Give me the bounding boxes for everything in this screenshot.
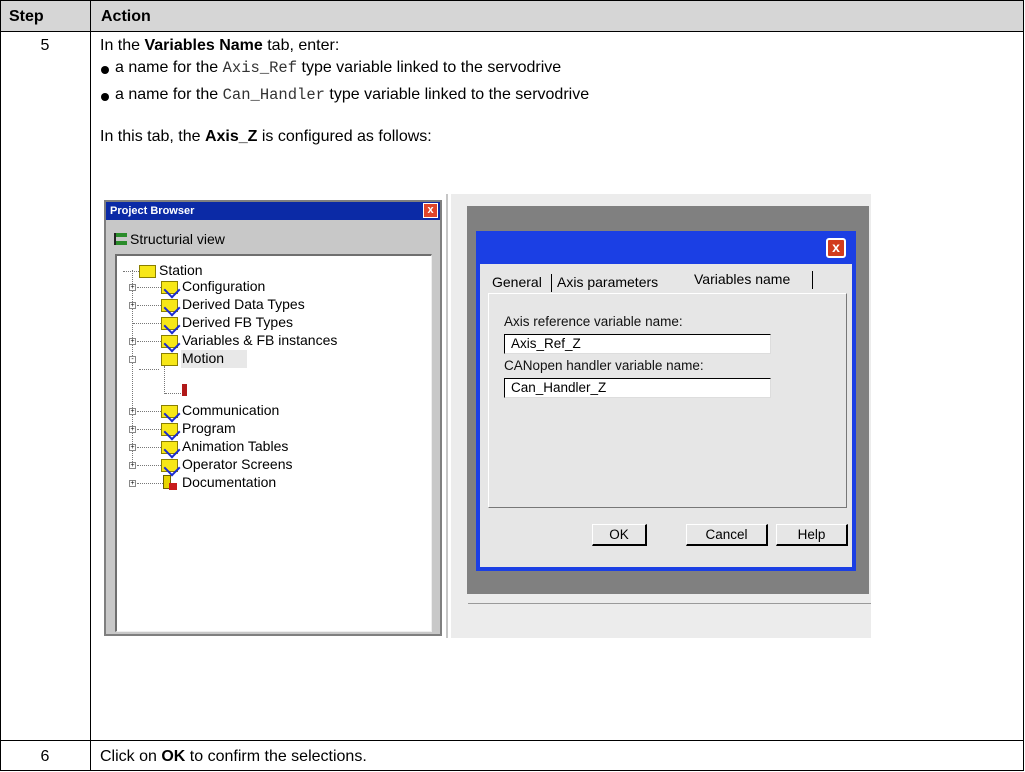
close-icon[interactable]: x xyxy=(423,203,438,218)
axis-ref-input[interactable]: Axis_Ref_Z xyxy=(504,334,771,354)
code-can-handler: Can_Handler xyxy=(222,86,325,104)
expand-icon[interactable]: + xyxy=(129,480,136,487)
table-border-left xyxy=(0,0,1,771)
can-handler-input[interactable]: Can_Handler_Z xyxy=(504,378,771,398)
project-tree: Station + Configuration + Derived Data T… xyxy=(115,254,432,632)
bullet-item: a name for the Axis_Ref type variable li… xyxy=(115,59,562,77)
tree-item-configuration[interactable]: Configuration xyxy=(182,278,265,294)
tree-connector xyxy=(137,341,161,342)
tree-connector xyxy=(137,465,161,466)
bullet-dot xyxy=(101,66,109,74)
expand-icon[interactable]: + xyxy=(129,284,136,291)
expand-icon[interactable]: + xyxy=(129,408,136,415)
tree-connector xyxy=(137,411,161,412)
expand-icon[interactable]: + xyxy=(129,444,136,451)
step-5-config-text: In this tab, the Axis_Z is configured as… xyxy=(100,128,432,145)
axis-node-icon[interactable] xyxy=(182,384,187,396)
project-browser-title: Project Browser xyxy=(110,205,195,217)
tab-variables-name[interactable]: Variables name xyxy=(694,271,790,287)
tree-item-animation-tables[interactable]: Animation Tables xyxy=(182,438,288,454)
folder-icon xyxy=(161,353,178,366)
dialog-body: General Axis parameters Variables name A… xyxy=(480,264,852,567)
variables-name-bold: Variables Name xyxy=(144,37,263,54)
project-browser-titlebar: Project Browser x xyxy=(106,202,440,220)
folder-icon xyxy=(139,265,156,278)
tree-connector xyxy=(133,323,161,324)
tree-item-derived-fb-types[interactable]: Derived FB Types xyxy=(182,314,293,330)
axis-ref-label: Axis reference variable name: xyxy=(504,314,683,329)
ok-bold: OK xyxy=(161,748,186,765)
tree-connector xyxy=(137,483,163,484)
tree-item-station[interactable]: Station xyxy=(159,262,203,278)
project-browser-window: Project Browser x Structurial view Stati… xyxy=(104,200,442,636)
header-action: Action xyxy=(101,8,151,25)
cancel-button[interactable]: Cancel xyxy=(686,524,768,546)
table-header: Step Action xyxy=(0,0,1024,32)
documentation-icon xyxy=(169,483,177,490)
help-button[interactable]: Help xyxy=(776,524,848,546)
axis-z-bold: Axis_Z xyxy=(204,128,258,145)
close-icon[interactable]: x xyxy=(826,238,846,258)
structural-view-label: Structurial view xyxy=(114,231,225,247)
expand-icon[interactable]: + xyxy=(129,426,136,433)
tree-item-motion[interactable]: Motion xyxy=(182,350,224,366)
tab-general[interactable]: General xyxy=(492,274,542,290)
step-5-intro: In the Variables Name tab, enter: xyxy=(100,37,340,54)
tree-connector xyxy=(137,429,161,430)
step-6-text: Click on OK to confirm the selections. xyxy=(100,748,367,765)
tree-item-derived-data-types[interactable]: Derived Data Types xyxy=(182,296,305,312)
tree-item-variables[interactable]: Variables & FB instances xyxy=(182,332,337,348)
tree-connector xyxy=(139,369,159,370)
collapse-icon[interactable]: - xyxy=(129,356,136,363)
code-axis-ref: Axis_Ref xyxy=(222,59,298,77)
tree-item-communication[interactable]: Communication xyxy=(182,402,279,418)
ok-button[interactable]: OK xyxy=(592,524,647,546)
tree-item-program[interactable]: Program xyxy=(182,420,236,436)
expand-icon[interactable]: + xyxy=(129,338,136,345)
step-number: 5 xyxy=(40,37,50,54)
structural-view-icon xyxy=(114,233,127,245)
can-handler-label: CANopen handler variable name: xyxy=(504,358,704,373)
tree-item-operator-screens[interactable]: Operator Screens xyxy=(182,456,293,472)
tree-connector xyxy=(165,393,183,394)
variables-dialog: x General Axis parameters Variables name… xyxy=(476,231,856,571)
backdrop-divider xyxy=(468,603,871,604)
tree-connector xyxy=(137,447,161,448)
tree-connector xyxy=(137,287,161,288)
screenshot-separator xyxy=(446,194,448,638)
tab-divider xyxy=(551,274,552,292)
column-divider xyxy=(90,0,91,771)
expand-icon[interactable]: + xyxy=(129,462,136,469)
expand-icon[interactable]: + xyxy=(129,302,136,309)
tab-divider xyxy=(812,271,813,289)
bullet-dot xyxy=(101,93,109,101)
header-step: Step xyxy=(9,8,44,25)
tree-item-documentation[interactable]: Documentation xyxy=(182,474,276,490)
tab-axis-parameters[interactable]: Axis parameters xyxy=(557,274,658,290)
tree-connector xyxy=(132,270,133,462)
row-divider xyxy=(0,740,1024,741)
bullet-item: a name for the Can_Handler type variable… xyxy=(115,86,590,104)
tree-connector xyxy=(164,366,165,394)
step-number: 6 xyxy=(40,748,50,765)
tree-connector xyxy=(137,305,161,306)
